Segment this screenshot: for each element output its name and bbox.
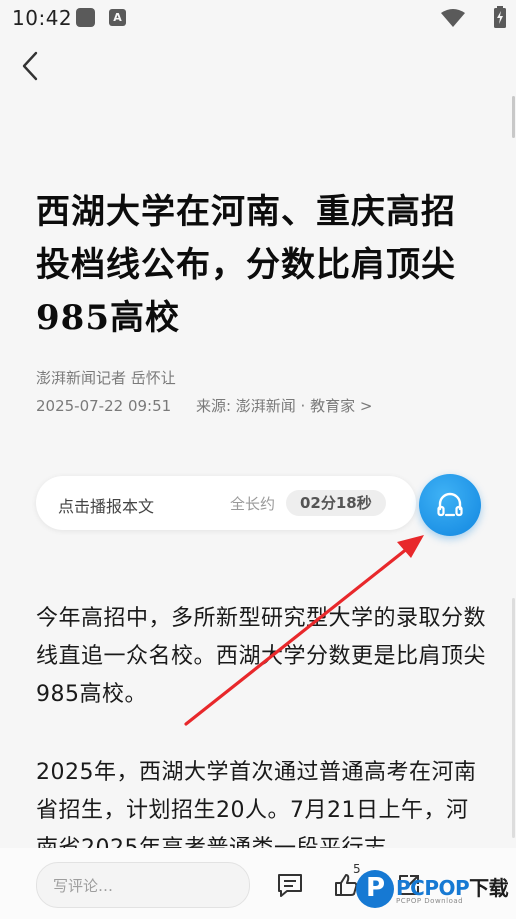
audio-label: 点击播报本文 [58,497,155,516]
watermark-brand-cn: 下载 [469,876,509,900]
watermark-logo: P PCPOP下载 PCPOP Download [356,866,516,919]
headphones-icon [437,492,463,517]
audio-play-button[interactable] [419,474,481,536]
watermark-subtitle: PCPOP Download [396,897,464,905]
watermark-circle: P [356,870,394,908]
article-byline: 澎湃新闻记者 岳怀让 [36,369,176,387]
a-icon: A [109,9,126,26]
audio-duration-badge: 02分18秒 [286,490,386,516]
article-date: 2025-07-22 09:51 [36,397,172,415]
article-meta: 2025-07-22 09:51 来源: 澎湃新闻 · 教育家 > [36,395,372,416]
status-bar: 10:42 A [0,0,516,36]
wifi-icon [441,9,465,27]
comment-placeholder: 写评论… [53,877,114,895]
square-icon [76,8,95,27]
comment-input[interactable]: 写评论… [36,862,250,908]
audio-player-bar[interactable]: 点击播报本文 全长约 02分18秒 [36,476,416,530]
scroll-indicator [512,598,515,838]
back-button[interactable] [14,48,50,84]
chevron-left-icon [22,51,38,81]
scroll-indicator [512,96,515,138]
audio-duration-label: 全长约 [230,495,276,513]
article-title: 西湖大学在河南、重庆高招投档线公布，分数比肩顶尖985高校 [36,192,456,338]
battery-icon [494,6,506,28]
article-source-link[interactable]: 来源: 澎湃新闻 · 教育家 > [196,397,372,415]
article-paragraph: 今年高招中，多所新型研究型大学的录取分数线直追一众名校。西湖大学分数更是比肩顶尖… [36,606,487,707]
comment-icon[interactable] [276,872,304,898]
watermark-letter: P [366,873,386,903]
status-time: 10:42 [12,6,73,30]
